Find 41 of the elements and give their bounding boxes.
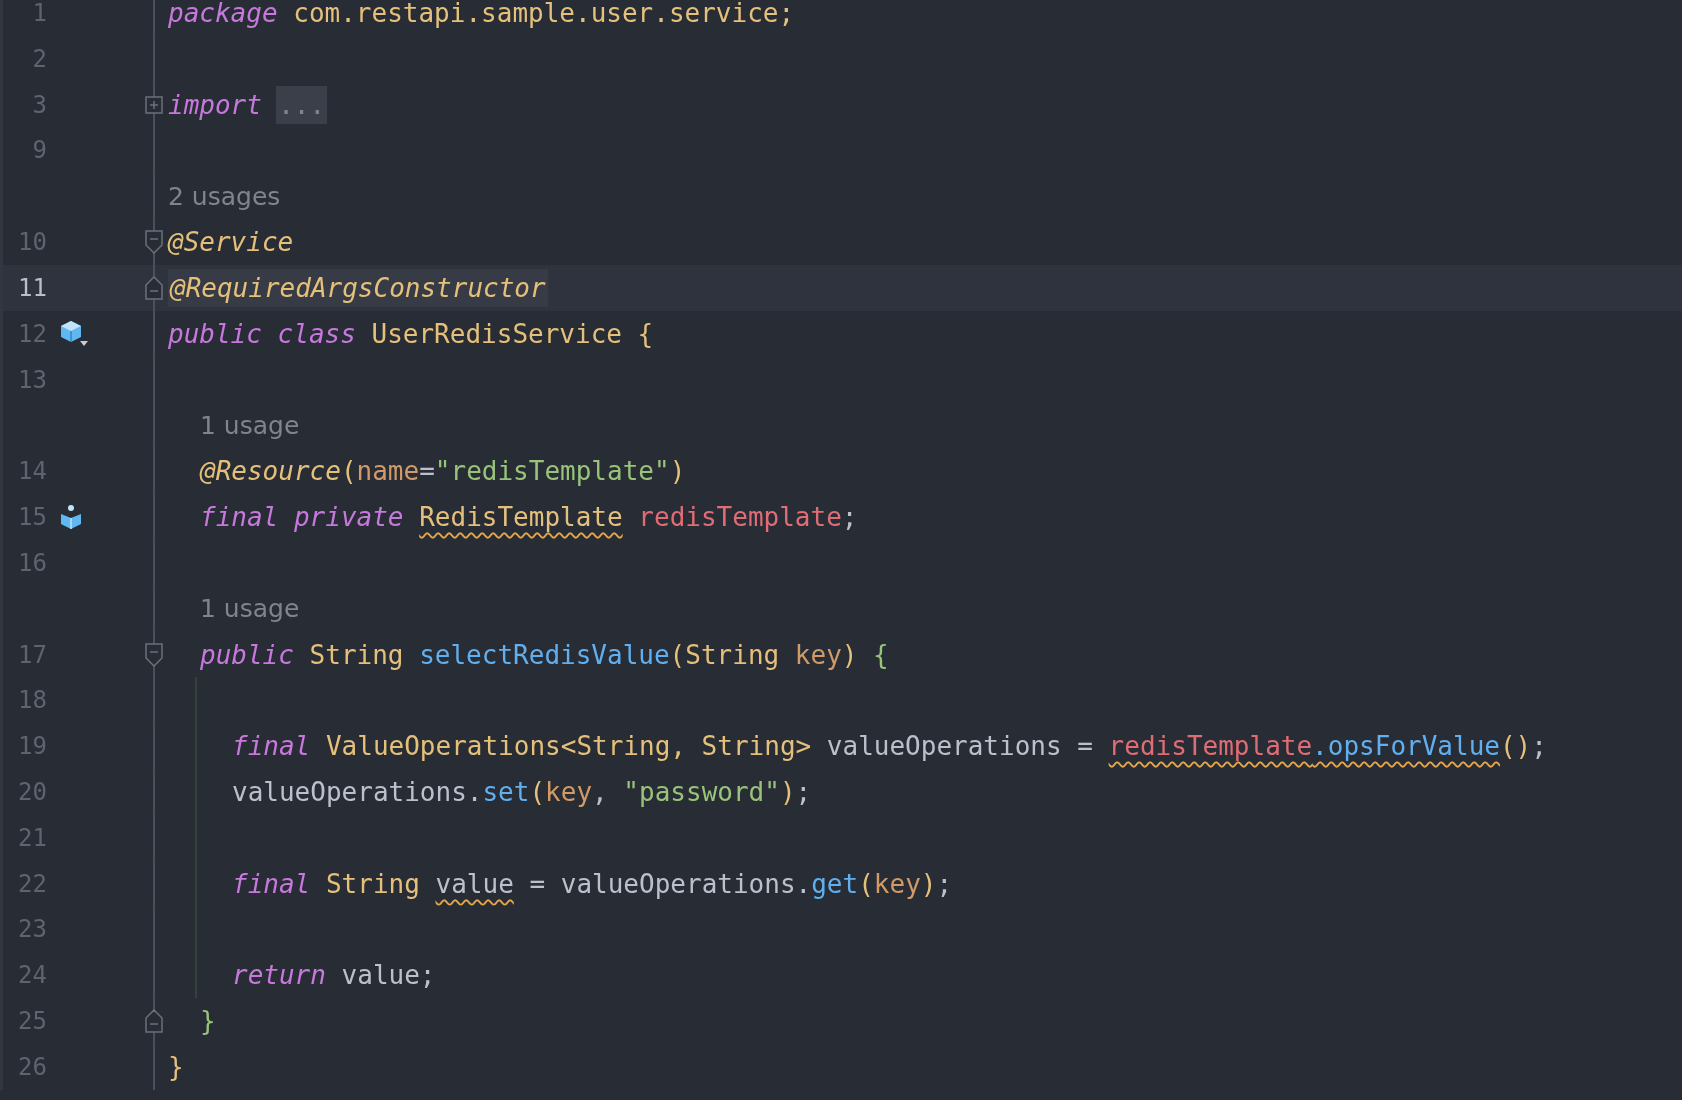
code-line: public class UserRedisService { [168, 318, 654, 349]
line-number: 15 [17, 503, 47, 531]
line-number: 21 [17, 823, 47, 852]
line-number: 12 [17, 319, 47, 348]
usage-hint[interactable]: 1 usage [200, 594, 300, 624]
code-line: final String value = valueOperations.get(key); [232, 868, 953, 899]
line-number: 2 [31, 44, 47, 73]
fold-start-icon[interactable] [145, 230, 163, 255]
line-number: 24 [17, 961, 47, 990]
fold-end-icon[interactable] [145, 275, 163, 300]
code-line: package com.restapi.sample.user.service; [168, 0, 795, 28]
code-line: final private RedisTemplate redisTemplate; [200, 502, 858, 532]
line-number: 13 [17, 365, 47, 394]
code-line: public String selectRedisValue(String key) { [200, 639, 889, 670]
usage-hint[interactable]: 2 usages [168, 181, 281, 211]
code-line: valueOperations.set(key, "password"); [232, 777, 812, 807]
fold-end-icon[interactable] [145, 1009, 163, 1034]
usage-hint[interactable]: 1 usage [200, 410, 300, 440]
code-line: } [168, 1051, 184, 1082]
line-number: 23 [17, 915, 47, 944]
code-line: } [200, 1006, 216, 1037]
line-number: 9 [31, 136, 47, 165]
line-number: 14 [17, 457, 47, 486]
line-number: 18 [17, 686, 47, 715]
line-number: 10 [17, 228, 47, 257]
line-number: 17 [17, 640, 47, 669]
code-line: @Resource(name="redisTemplate") [200, 456, 686, 487]
line-number: 26 [17, 1052, 47, 1081]
line-number: 11 [17, 273, 47, 302]
code-line: return value; [232, 960, 436, 991]
line-number: 22 [17, 869, 47, 898]
line-number: 1 [31, 0, 47, 27]
code-line: @Service [168, 227, 294, 258]
code-line: final ValueOperations<String, String> valueOperations = redisTemplate.opsForValue(); [232, 731, 1547, 762]
fold-plus-icon[interactable] [145, 95, 163, 114]
line-number: 3 [31, 90, 47, 119]
fold-start-icon[interactable] [145, 642, 163, 667]
line-number: 25 [17, 1007, 47, 1036]
line-number: 16 [17, 548, 47, 577]
line-number: 20 [17, 778, 47, 806]
line-number: 19 [17, 732, 47, 761]
